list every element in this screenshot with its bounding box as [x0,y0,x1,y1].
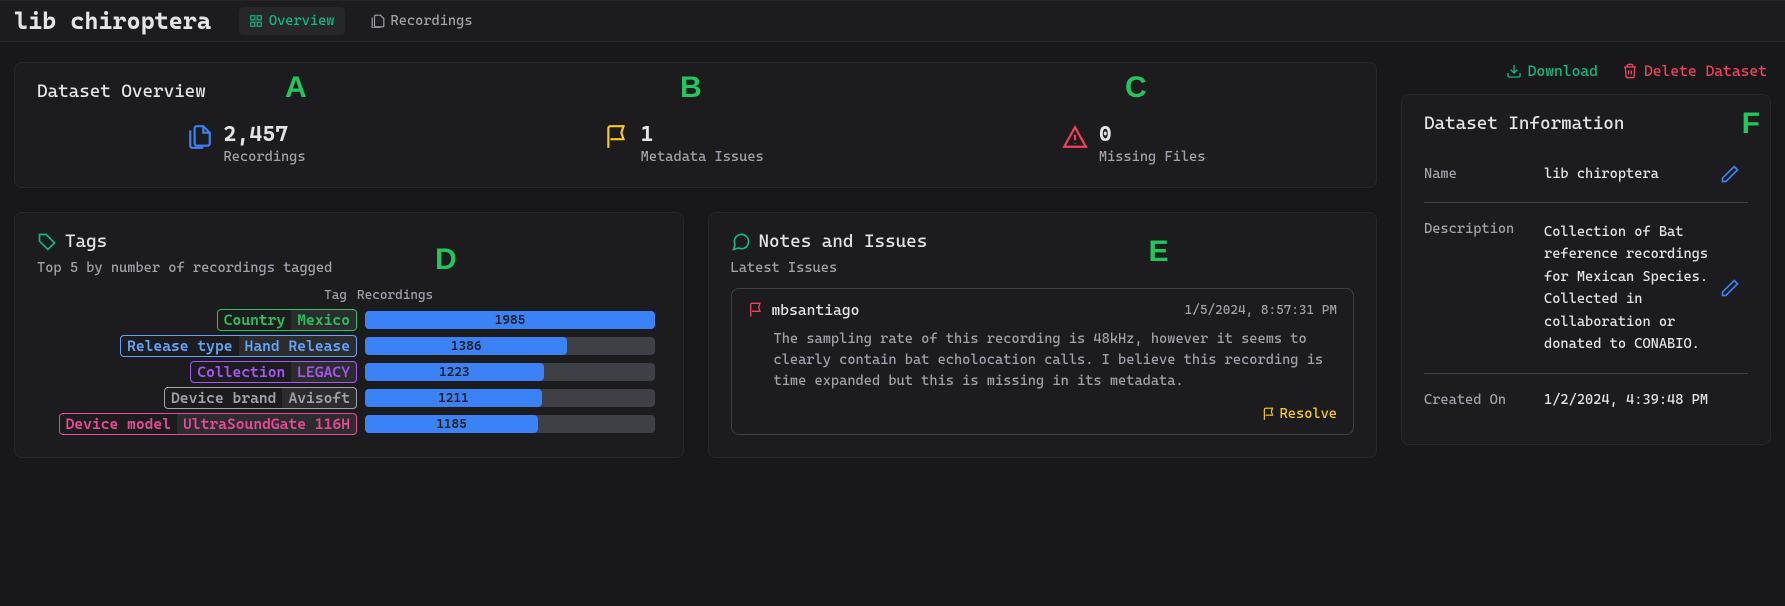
tag-pill[interactable]: Device modelUltraSoundGate 116H [59,413,357,435]
tag-pill[interactable]: Device brandAvisoft [164,387,357,409]
delete-button[interactable]: Delete Dataset [1622,62,1767,80]
tab-overview[interactable]: Overview [239,7,345,35]
bar-track: 1185 [365,415,655,433]
marker-d: D [435,243,457,277]
tag-row: Device brandAvisoft 1211 [37,387,661,409]
tag-pill[interactable]: CountryMexico [217,309,357,331]
tag-key: Device model [60,414,177,434]
download-icon [1506,63,1522,79]
files-icon [371,14,385,28]
header-bar: lib chiroptera Overview Recordings [0,0,1785,42]
bar-track: 1223 [365,363,655,381]
stat-value: 1 [641,122,764,147]
info-created-value: 1/2/2024, 4:39:48 PM [1544,392,1710,408]
tag-row: CollectionLEGACY 1223 [37,361,661,383]
tag-value: UltraSoundGate 116H [177,414,356,434]
tag-value: Avisoft [282,388,356,408]
bar-fill: 1386 [365,337,567,355]
col-recordings: Recordings [357,288,661,303]
tab-recordings[interactable]: Recordings [361,7,483,35]
notes-card: E Notes and Issues Latest Issues mbsanti… [708,212,1378,458]
tag-key: Country [218,310,292,330]
marker-e: E [1149,235,1169,269]
info-name-label: Name [1424,166,1534,182]
flag-icon [1262,407,1276,421]
delete-label: Delete Dataset [1644,62,1767,80]
pencil-icon[interactable] [1720,164,1740,184]
stat-value: 0 [1099,122,1206,147]
info-name-value: lib chiroptera [1544,166,1710,182]
tags-title: Tags [65,231,107,252]
marker-b: B [680,71,702,105]
warning-icon [1061,122,1089,150]
stat-label: Metadata Issues [641,149,764,165]
tag-key: Device brand [165,388,282,408]
files-icon [186,122,214,150]
tag-row: Release typeHand Release 1386 [37,335,661,357]
stat-recordings: 2,457 Recordings [186,118,306,165]
stat-missing-files: 0 Missing Files [1061,118,1206,165]
tag-value: Mexico [291,310,356,330]
notes-subtitle: Latest Issues [731,260,1355,276]
info-desc-label: Description [1424,221,1534,237]
tag-value: LEGACY [291,362,356,382]
info-title: Dataset Information [1424,113,1748,134]
issue-date: 1/5/2024, 8:57:31 PM [1185,303,1337,318]
tag-key: Collection [191,362,291,382]
issue-item: mbsantiago 1/5/2024, 8:57:31 PM The samp… [731,288,1355,435]
download-button[interactable]: Download [1506,62,1598,80]
stat-label: Recordings [224,149,306,165]
tags-card: D Tags Top 5 by number of recordings tag… [14,212,684,458]
tag-row: CountryMexico 1985 [37,309,661,331]
marker-a: A [285,71,307,105]
bar-fill: 1985 [365,311,655,329]
download-label: Download [1528,62,1598,80]
info-desc-value: Collection of Bat reference recordings f… [1544,221,1710,355]
dataset-title: lib chiroptera [14,7,211,35]
grid-icon [249,14,263,28]
tag-pill[interactable]: CollectionLEGACY [190,361,357,383]
bar-track: 1386 [365,337,655,355]
stat-value: 2,457 [224,122,306,147]
stat-metadata-issues: 1 Metadata Issues [603,118,764,165]
tab-label: Recordings [391,13,473,29]
pencil-icon[interactable] [1720,278,1740,298]
issue-body: The sampling rate of this recording is 4… [748,329,1338,392]
tags-subtitle: Top 5 by number of recordings tagged [37,260,661,276]
notes-title: Notes and Issues [759,231,928,252]
marker-f: F [1742,107,1760,141]
flag-icon [748,302,764,318]
flag-icon [603,122,631,150]
action-bar: Download Delete Dataset [1401,62,1771,88]
tab-label: Overview [269,13,335,29]
chat-icon [731,232,751,252]
tag-key: Release type [121,336,238,356]
bar-track: 1211 [365,389,655,407]
bar-fill: 1185 [365,415,538,433]
tag-pill[interactable]: Release typeHand Release [120,335,357,357]
tag-row: Device modelUltraSoundGate 116H 1185 [37,413,661,435]
marker-c: C [1125,71,1147,105]
trash-icon [1622,63,1638,79]
resolve-label: Resolve [1280,406,1337,422]
tag-value: Hand Release [239,336,356,356]
tags-icon [37,232,57,252]
info-created-label: Created On [1424,392,1534,408]
tag-columns: Tag Recordings [37,288,661,303]
resolve-button[interactable]: Resolve [748,406,1338,422]
bar-track: 1985 [365,311,655,329]
bar-fill: 1223 [365,363,544,381]
dataset-info-card: F Dataset Information Name lib chiropter… [1401,94,1771,445]
col-tag: Tag [37,288,357,303]
stat-label: Missing Files [1099,149,1206,165]
issue-user: mbsantiago [772,301,860,319]
bar-fill: 1211 [365,389,542,407]
overview-card: A B C Dataset Overview 2,457 Recordings … [14,62,1377,188]
